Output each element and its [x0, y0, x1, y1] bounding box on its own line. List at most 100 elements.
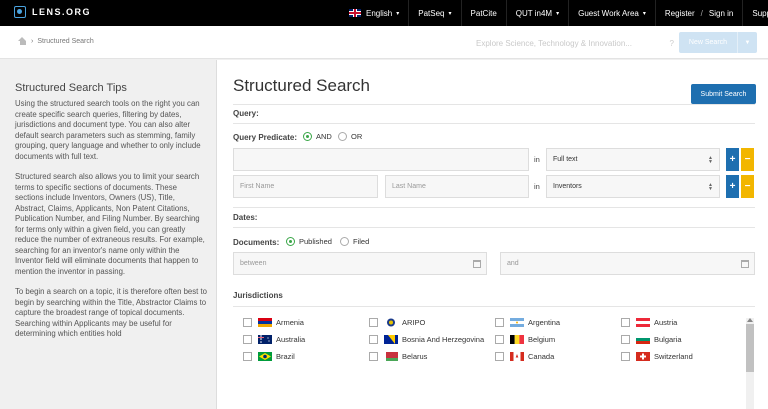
radio-checked-icon: [286, 237, 295, 246]
checkbox[interactable]: [495, 318, 504, 327]
query-field-select[interactable]: Inventors ▲ ▼: [546, 175, 720, 198]
nav-patseq[interactable]: PatSeq ▾: [408, 0, 460, 26]
query-label: Query:: [233, 109, 259, 118]
predicate-or-radio[interactable]: OR: [338, 132, 362, 141]
scroll-up-arrow-icon[interactable]: [747, 318, 753, 322]
new-search-label: New Search: [688, 39, 728, 46]
in-label: in: [534, 182, 540, 191]
checkbox[interactable]: [495, 335, 504, 344]
search-placeholder: Explore Science, Technology & Innovation…: [476, 38, 632, 48]
tips-title: Structured Search Tips: [15, 82, 127, 94]
australia-flag-icon: [258, 335, 272, 344]
nav-auth: Register / Sign in: [654, 0, 743, 26]
calendar-icon[interactable]: [473, 260, 481, 268]
documents-filed-radio[interactable]: Filed: [340, 237, 369, 246]
divider: [233, 104, 755, 105]
query-term-input[interactable]: [233, 148, 529, 171]
page-title: Structured Search: [233, 76, 371, 95]
breadcrumb-separator: ›: [31, 37, 34, 45]
jurisdiction-belarus[interactable]: Belarus: [369, 352, 427, 361]
jurisdiction-aripo[interactable]: ARIPO: [369, 318, 425, 327]
new-search-button[interactable]: New Search ▼: [679, 32, 757, 53]
chevron-down-icon[interactable]: ▼: [737, 32, 757, 53]
caret-down-icon: ▾: [448, 10, 452, 17]
divider: [233, 306, 755, 307]
checkbox[interactable]: [243, 318, 252, 327]
dates-label: Dates:: [233, 213, 258, 222]
breadcrumb: › Structured Search: [18, 37, 94, 45]
jurisdictions-label: Jurisdictions: [233, 291, 283, 300]
nav-menu: English ▾ PatSeq ▾ PatCite QUT in4M ▾ Guest…: [340, 0, 768, 26]
tips-paragraph: Structured search also allows you to lim…: [15, 172, 205, 276]
austria-flag-icon: [636, 318, 650, 327]
checkbox[interactable]: [243, 352, 252, 361]
scroll-thumb[interactable]: [746, 324, 754, 372]
signin-link[interactable]: Sign in: [709, 9, 733, 18]
auth-separator: /: [700, 8, 703, 18]
calendar-icon[interactable]: [741, 260, 749, 268]
jurisdiction-austria[interactable]: Austria: [621, 318, 677, 327]
jurisdictions-scrollbar[interactable]: [746, 318, 754, 409]
nav-qut-in4m[interactable]: QUT in4M ▾: [505, 0, 568, 26]
last-name-input[interactable]: Last Name: [385, 175, 529, 198]
checkbox[interactable]: [495, 352, 504, 361]
checkbox[interactable]: [621, 352, 630, 361]
add-query-row-button[interactable]: +: [726, 148, 739, 171]
bosnia-flag-icon: [384, 335, 398, 344]
jurisdiction-belgium[interactable]: Belgium: [495, 335, 555, 344]
breadcrumb-current: Structured Search: [37, 37, 94, 45]
top-navbar: LENS.ORG English ▾ PatSeq ▾ PatCite QUT in…: [0, 0, 768, 26]
checkbox[interactable]: [369, 318, 378, 327]
jurisdiction-switzerland[interactable]: Switzerland: [621, 352, 693, 361]
search-bar-row: › Structured Search Explore Science, Tec…: [0, 26, 768, 59]
date-to-input[interactable]: and: [500, 252, 755, 275]
checkbox[interactable]: [243, 335, 252, 344]
submit-search-button[interactable]: Submit Search: [691, 84, 756, 104]
jurisdiction-canada[interactable]: Canada: [495, 352, 554, 361]
select-arrows-icon: ▲ ▼: [708, 155, 713, 165]
search-input[interactable]: Explore Science, Technology & Innovation…: [476, 35, 676, 51]
canada-flag-icon: [510, 352, 524, 361]
query-field-select[interactable]: Full text ▲ ▼: [546, 148, 720, 171]
checkbox[interactable]: [621, 335, 630, 344]
lens-logo[interactable]: LENS.ORG: [14, 6, 91, 18]
add-query-row-button[interactable]: +: [726, 175, 739, 198]
nav-patcite[interactable]: PatCite: [460, 0, 506, 26]
select-arrows-icon: ▲ ▼: [708, 182, 713, 192]
uk-flag-icon: [349, 9, 361, 17]
logo-text: LENS.ORG: [32, 7, 92, 17]
register-link[interactable]: Register: [665, 9, 695, 18]
nav-guest-work-area[interactable]: Guest Work Area ▾: [568, 0, 655, 26]
armenia-flag-icon: [258, 318, 272, 327]
documents-label: Documents:: [233, 238, 280, 247]
nav-language[interactable]: English ▾: [340, 0, 408, 26]
tips-paragraph: Using the structured search tools on the…: [15, 99, 201, 161]
jurisdiction-armenia[interactable]: Armenia: [243, 318, 304, 327]
date-from-input[interactable]: between: [233, 252, 487, 275]
radio-unchecked-icon: [340, 237, 349, 246]
predicate-and-radio[interactable]: AND: [303, 132, 332, 141]
jurisdictions-list: Armenia ARIPO Argentina Austria Australi…: [233, 316, 755, 409]
tips-panel: Structured Search Tips Using the structu…: [0, 60, 217, 409]
belgium-flag-icon: [510, 335, 524, 344]
radio-unchecked-icon: [338, 132, 347, 141]
jurisdiction-brazil[interactable]: Brazil: [243, 352, 295, 361]
jurisdiction-bosnia-and-herzegovina[interactable]: Bosnia And Herzegovina: [369, 335, 484, 344]
nav-support[interactable]: Support▾: [742, 0, 768, 26]
jurisdiction-australia[interactable]: Australia: [243, 335, 305, 344]
checkbox[interactable]: [621, 318, 630, 327]
argentina-flag-icon: [510, 318, 524, 327]
first-name-input[interactable]: First Name: [233, 175, 378, 198]
jurisdiction-bulgaria[interactable]: Bulgaria: [621, 335, 682, 344]
checkbox[interactable]: [369, 335, 378, 344]
caret-down-icon: ▾: [642, 10, 646, 17]
jurisdiction-argentina[interactable]: Argentina: [495, 318, 560, 327]
tips-body: Using the structured search tools on the…: [15, 99, 207, 350]
search-help-icon[interactable]: ?: [670, 39, 674, 48]
remove-query-row-button[interactable]: −: [741, 148, 754, 171]
remove-query-row-button[interactable]: −: [741, 175, 754, 198]
home-icon[interactable]: [18, 37, 27, 45]
checkbox[interactable]: [369, 352, 378, 361]
query-predicate-label: Query Predicate:: [233, 133, 298, 142]
documents-published-radio[interactable]: Published: [286, 237, 332, 246]
